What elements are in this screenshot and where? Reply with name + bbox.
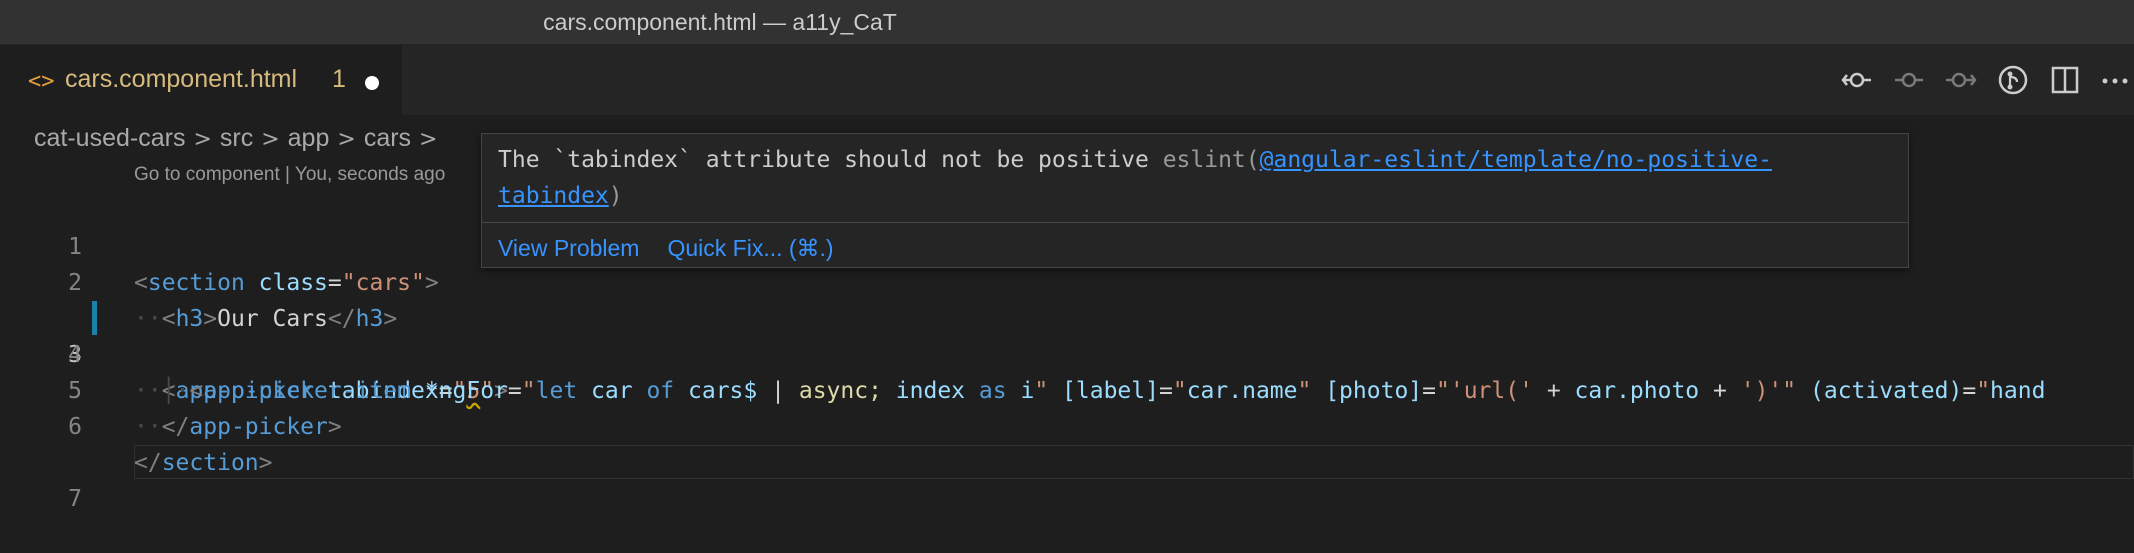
chevron-right-icon: > — [337, 127, 356, 152]
split-editor-icon[interactable] — [2048, 63, 2082, 97]
hover-message: The `tabindex` attribute should not be p… — [498, 147, 1772, 209]
hover-divider — [482, 222, 1908, 223]
breadcrumb-item[interactable]: cat-used-cars — [34, 124, 185, 152]
breadcrumb-item[interactable]: src — [220, 124, 253, 152]
breadcrumb: cat-used-cars > src > app > cars > — [34, 118, 445, 158]
code-line: 7 — [0, 409, 2134, 512]
git-next-icon[interactable] — [1944, 63, 1978, 97]
problem-hover-widget: The `tabindex` attribute should not be p… — [481, 133, 1909, 268]
unsaved-dot-icon[interactable] — [365, 76, 379, 90]
html-file-icon: <> — [28, 69, 55, 94]
tab-filename: cars.component.html — [65, 65, 298, 93]
more-icon[interactable] — [2098, 63, 2132, 97]
current-line-highlight — [134, 445, 2134, 479]
code-line: 3 ··<app-picker tabindex="5"> — [0, 265, 2134, 404]
tab-problem-count: 1 — [332, 65, 346, 93]
breadcrumb-item[interactable]: cars — [364, 124, 411, 152]
tab-bar: <> cars.component.html 1 — [0, 45, 2134, 115]
chevron-right-icon: > — [261, 127, 280, 152]
breadcrumb-item[interactable]: app — [288, 124, 330, 152]
title-bar: cars.component.html — a11y_CaT — [0, 0, 2134, 45]
line-number: 7 — [68, 486, 82, 512]
code-line: 4 ··│·<app-picker-item *ngFor="let car o… — [0, 301, 2134, 404]
window-title: cars.component.html — a11y_CaT — [543, 9, 897, 35]
code-line: 6 </section> — [0, 373, 2134, 476]
view-problem-link[interactable]: View Problem — [498, 235, 639, 261]
editor-actions — [1830, 45, 2134, 115]
git-blame-icon[interactable] — [1996, 63, 2030, 97]
chevron-right-icon: > — [193, 127, 212, 152]
code-line: 5 ··</app-picker> — [0, 337, 2134, 440]
hover-actions: View Problem Quick Fix... (⌘.) — [498, 231, 862, 265]
chevron-right-icon: > — [419, 127, 438, 152]
git-commit-icon[interactable] — [1840, 63, 1874, 97]
git-previous-icon[interactable] — [1892, 63, 1926, 97]
codelens[interactable]: Go to component | You, seconds ago — [134, 164, 445, 186]
editor-tab[interactable]: <> cars.component.html 1 — [0, 45, 402, 115]
quick-fix-link[interactable]: Quick Fix... (⌘.) — [667, 235, 833, 261]
